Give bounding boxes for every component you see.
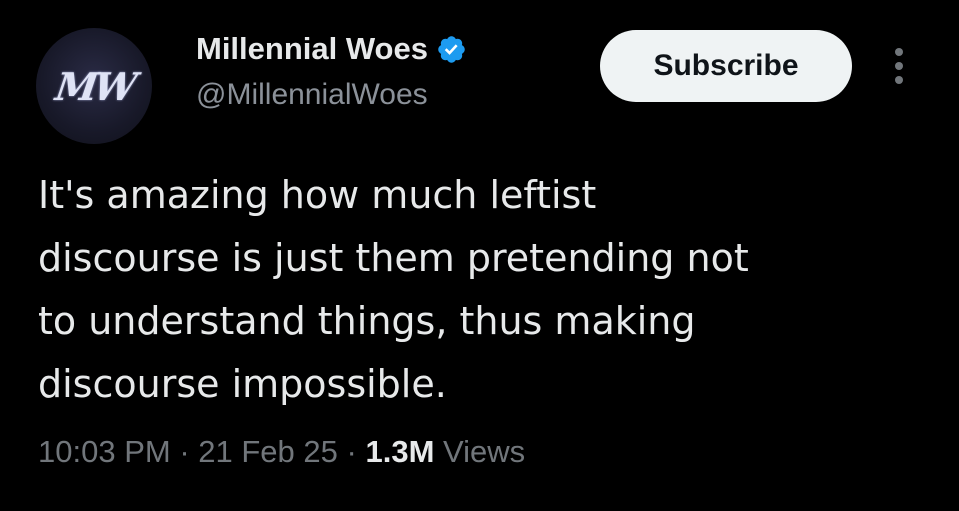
tweet-time[interactable]: 10:03 PM xyxy=(38,434,171,469)
tweet-meta: 10:03 PM · 21 Feb 25 · 1.3M Views xyxy=(38,434,525,470)
tweet-text-line: to understand things, thus making xyxy=(38,299,696,343)
avatar-logo-text: MW xyxy=(52,63,136,109)
tweet-text-line: discourse is just them pretending not xyxy=(38,236,749,280)
more-dot xyxy=(895,62,903,70)
author-display-name[interactable]: Millennial Woes xyxy=(196,31,428,67)
avatar[interactable]: MW xyxy=(36,28,152,144)
tweet-date[interactable]: 21 Feb 25 xyxy=(198,434,338,469)
views-count[interactable]: 1.3M xyxy=(365,434,434,469)
tweet-text-line: discourse impossible. xyxy=(38,362,447,406)
more-vertical-icon[interactable] xyxy=(882,36,916,96)
subscribe-button[interactable]: Subscribe xyxy=(600,30,852,102)
verified-badge-icon xyxy=(438,35,465,63)
author-handle[interactable]: @MillennialWoes xyxy=(196,78,428,112)
more-dot xyxy=(895,48,903,56)
meta-separator: · xyxy=(179,434,190,469)
more-dot xyxy=(895,76,903,84)
views-label: Views xyxy=(443,434,526,469)
tweet-text: It's amazing how much leftist discourse … xyxy=(38,164,918,416)
author-name-row: Millennial Woes xyxy=(196,28,467,70)
meta-separator: · xyxy=(346,434,357,469)
tweet-text-line: It's amazing how much leftist xyxy=(38,173,597,217)
